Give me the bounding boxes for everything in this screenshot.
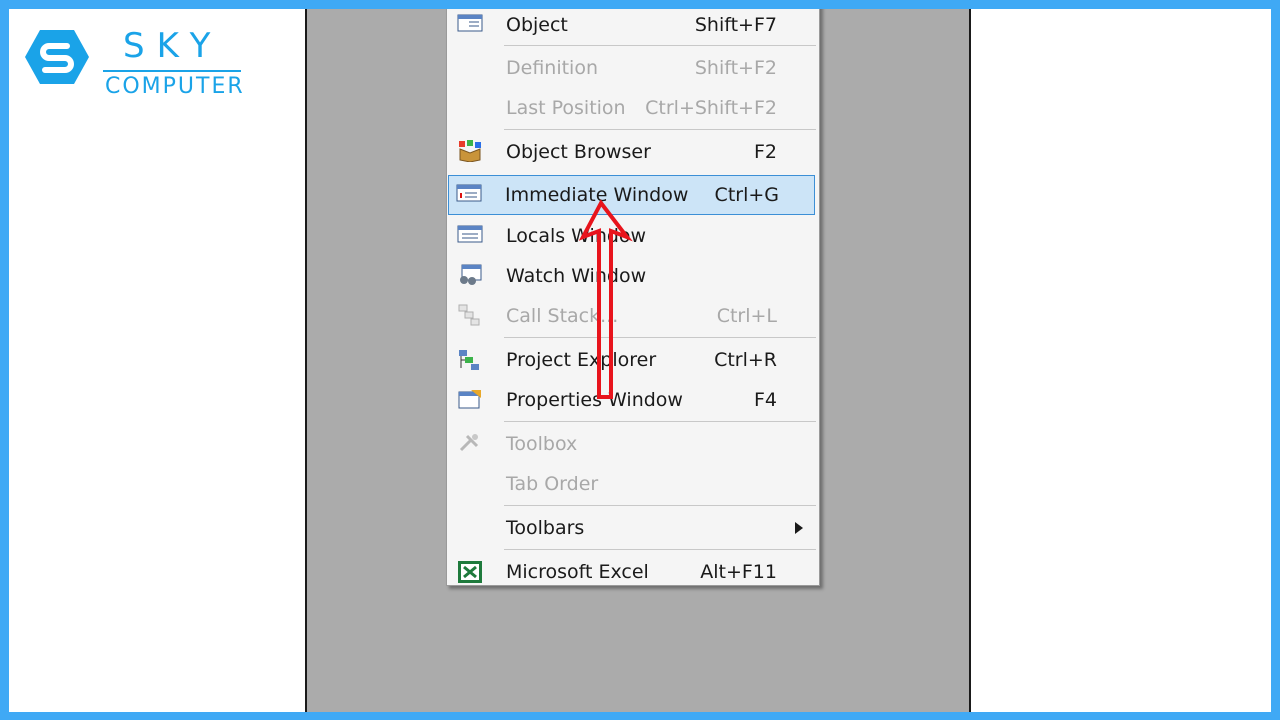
menu-item-shortcut: Ctrl+Shift+F2 — [645, 97, 777, 119]
logo-mark-icon — [25, 30, 89, 84]
object-browser-icon — [457, 140, 481, 163]
menu-item-label: Immediate Window — [505, 184, 689, 206]
excel-icon — [457, 560, 482, 583]
brand-divider — [103, 70, 241, 72]
menu-item-label: Toolbars — [506, 517, 585, 539]
brand-tagline: COMPUTER — [105, 74, 245, 99]
menu-item-tab-order[interactable]: Tab Order — [449, 464, 813, 504]
menu-item-project-explorer[interactable]: Project Explorer Ctrl+R — [449, 340, 813, 380]
menu-item-label: Toolbox — [506, 433, 578, 455]
properties-window-icon — [457, 388, 481, 410]
project-explorer-icon — [457, 348, 481, 370]
menu-item-shortcut: Ctrl+R — [714, 349, 777, 371]
menu-item-object-browser[interactable]: Object Browser F2 — [449, 132, 813, 172]
menu-item-label: Definition — [506, 57, 599, 79]
menu-item-label: Watch Window — [506, 265, 647, 287]
menu-separator — [504, 505, 816, 506]
menu-item-watch-window[interactable]: Watch Window — [449, 256, 813, 296]
brand-name: SKY — [123, 26, 223, 66]
menu-item-shortcut: F2 — [753, 141, 777, 163]
menu-item-label: Properties Window — [506, 389, 683, 411]
menu-item-shortcut: Shift+F2 — [694, 57, 777, 79]
menu-item-shortcut: Alt+F11 — [700, 561, 777, 583]
immediate-window-icon — [456, 183, 482, 205]
menu-item-label: Tab Order — [506, 473, 599, 495]
menu-item-shortcut: Ctrl+G — [714, 184, 779, 206]
toolbox-icon — [457, 432, 481, 454]
menu-item-toolbox[interactable]: Toolbox — [449, 424, 813, 464]
menu-item-properties-window[interactable]: Properties Window F4 — [449, 380, 813, 420]
frame: SKY COMPUTER Object Shift+F7 Definition … — [9, 9, 1271, 712]
menu-item-shortcut: Shift+F7 — [694, 14, 777, 36]
menu-item-definition[interactable]: Definition Shift+F2 — [449, 48, 813, 88]
menu-item-object[interactable]: Object Shift+F7 — [449, 9, 813, 45]
menu-item-immediate-window[interactable]: Immediate Window Ctrl+G — [448, 175, 815, 215]
menu-item-locals-window[interactable]: Locals Window — [449, 216, 813, 256]
menu-item-microsoft-excel[interactable]: Microsoft Excel Alt+F11 — [449, 552, 813, 592]
menu-item-label: Locals Window — [506, 225, 647, 247]
menu-item-toolbars[interactable]: Toolbars — [449, 508, 813, 548]
menu-item-label: Project Explorer — [506, 349, 657, 371]
submenu-arrow-icon — [795, 522, 803, 534]
view-menu: Object Shift+F7 Definition Shift+F2 Last… — [446, 9, 820, 586]
watch-window-icon — [457, 264, 482, 286]
brand-logo: SKY COMPUTER — [23, 24, 243, 98]
menu-separator — [504, 45, 816, 46]
menu-item-label: Microsoft Excel — [506, 561, 649, 583]
menu-item-label: Object Browser — [506, 141, 651, 163]
object-icon — [457, 13, 483, 35]
menu-item-label: Last Position — [506, 97, 626, 119]
menu-separator — [504, 129, 816, 130]
menu-item-label: Object — [506, 14, 568, 36]
menu-item-shortcut: F4 — [753, 389, 777, 411]
menu-item-call-stack[interactable]: Call Stack... Ctrl+L — [449, 296, 813, 336]
menu-item-shortcut: Ctrl+L — [716, 305, 777, 327]
menu-separator — [504, 421, 816, 422]
menu-item-last-position[interactable]: Last Position Ctrl+Shift+F2 — [449, 88, 813, 128]
locals-window-icon — [457, 224, 483, 246]
menu-item-label: Call Stack... — [506, 305, 619, 327]
menu-separator — [504, 337, 816, 338]
call-stack-icon — [457, 304, 481, 326]
menu-separator — [504, 549, 816, 550]
